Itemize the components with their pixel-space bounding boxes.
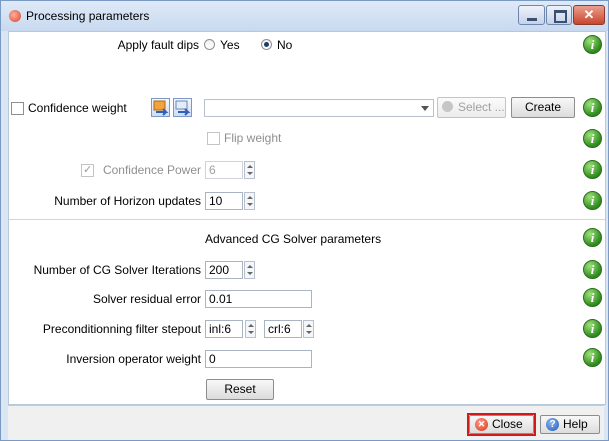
fault-dips-label: Apply fault dips [117,38,199,52]
info-icon[interactable]: i [583,228,602,247]
close-button[interactable]: ✕ Close [469,415,534,434]
confidence-weight-checkbox[interactable] [11,102,24,115]
crossline-stepout-input[interactable]: crl:6 [264,320,302,338]
cg-iterations-input[interactable]: 200 [205,261,243,279]
select-button[interactable]: Select ... [437,97,506,118]
window-close-button[interactable] [573,5,605,25]
horizon-updates-label: Number of Horizon updates [54,194,201,208]
info-icon[interactable]: i [583,260,602,279]
import-picture-icon[interactable] [151,98,170,117]
create-button[interactable]: Create [511,97,575,118]
processing-parameters-window: Processing parameters Apply fault dips Y… [0,0,609,441]
fault-dips-yes-radio[interactable] [204,39,215,50]
confidence-power-label: Confidence Power [102,163,201,177]
flip-weight-checkbox[interactable] [207,132,220,145]
filter-stepout-label: Preconditionning filter stepout [42,322,201,336]
horizon-updates-stepper[interactable] [244,192,255,210]
info-icon[interactable]: i [583,129,602,148]
maximize-button[interactable] [546,5,572,25]
info-icon[interactable]: i [583,35,602,54]
horizon-updates-input[interactable]: 10 [205,192,243,210]
residual-error-input[interactable]: 0.01 [205,290,312,308]
reset-button[interactable]: Reset [206,379,274,400]
help-icon: ? [546,418,559,431]
section-divider [9,219,605,220]
info-icon[interactable]: i [583,191,602,210]
cg-iterations-stepper[interactable] [244,261,255,279]
info-icon[interactable]: i [583,319,602,338]
inline-stepout-input[interactable]: inl:6 [205,320,243,338]
app-icon [9,10,21,22]
minimize-button[interactable] [518,5,545,25]
confidence-power-stepper[interactable] [244,161,255,179]
info-icon[interactable]: i [583,348,602,367]
fault-dips-no-label: No [277,38,293,52]
info-icon[interactable]: i [583,160,602,179]
inline-stepout-stepper[interactable] [245,320,256,338]
cg-section-title: Advanced CG Solver parameters [205,232,382,246]
parameters-panel: Apply fault dips Yes No i Confidence wei… [8,31,606,405]
fault-dips-no-radio[interactable] [261,39,272,50]
inversion-weight-label: Inversion operator weight [66,352,201,366]
chevron-down-icon [421,106,429,111]
inversion-weight-input[interactable]: 0 [205,350,312,368]
help-button-label: Help [563,417,588,431]
confidence-power-input[interactable]: 6 [205,161,243,179]
confidence-weight-label: Confidence weight [28,101,127,115]
close-icon: ✕ [475,418,488,431]
cg-iterations-label: Number of CG Solver Iterations [33,263,201,277]
flip-weight-label: Flip weight [224,131,282,145]
crossline-stepout-stepper[interactable] [303,320,314,338]
help-button[interactable]: ? Help [540,415,600,434]
dialog-footer: ✕ Close ? Help [8,405,604,440]
close-button-label: Close [492,417,523,431]
confidence-weight-combo[interactable] [204,99,434,117]
info-icon[interactable]: i [583,98,602,117]
import-data-icon[interactable] [173,98,192,117]
title-bar: Processing parameters [1,1,608,31]
select-button-label: Select ... [458,100,505,114]
window-title: Processing parameters [26,9,150,23]
fault-dips-yes-label: Yes [220,38,240,52]
residual-error-label: Solver residual error [92,292,201,306]
info-icon[interactable]: i [583,288,602,307]
select-icon [442,101,453,112]
